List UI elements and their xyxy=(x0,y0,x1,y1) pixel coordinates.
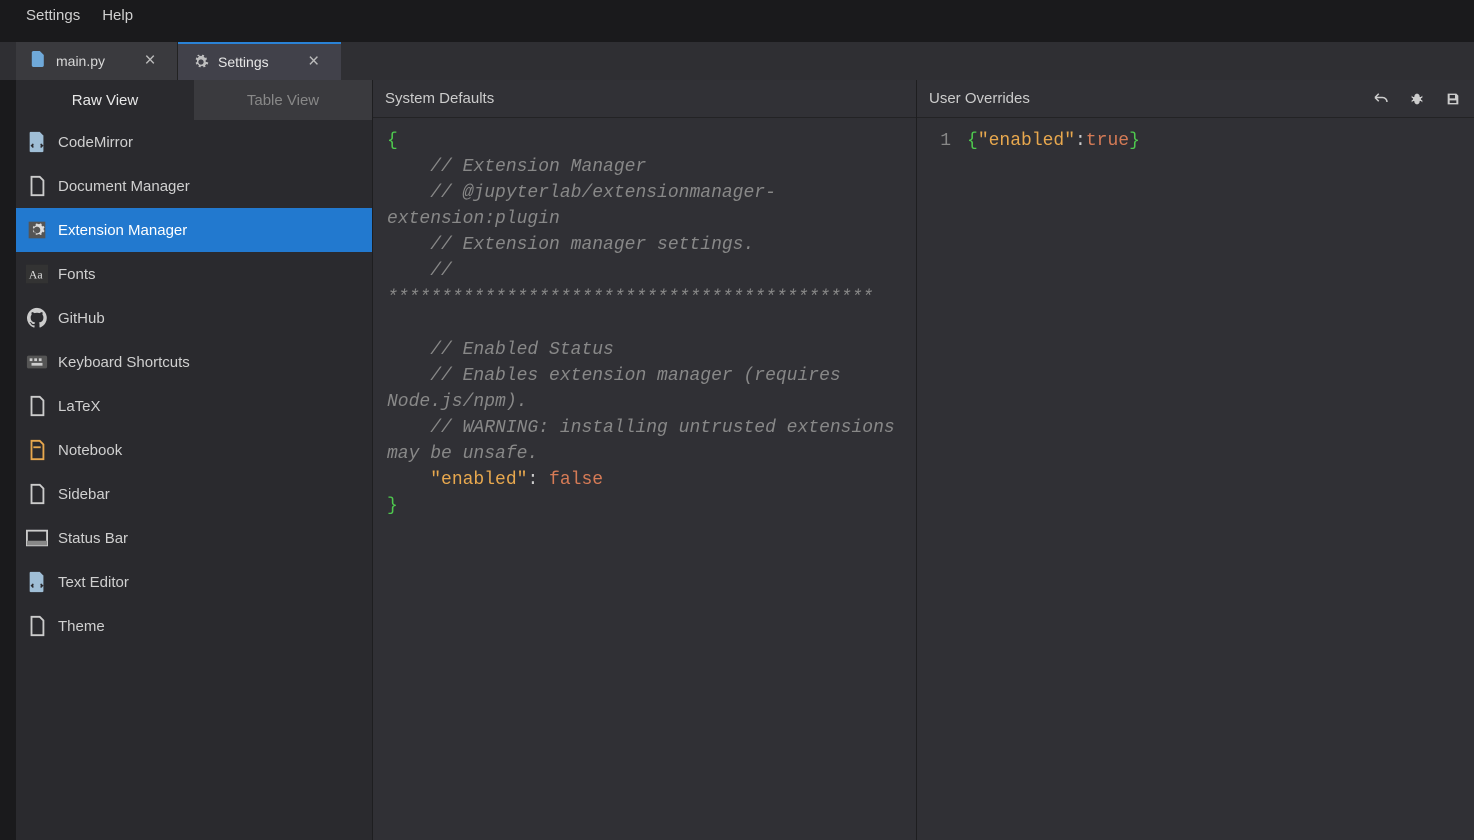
plugin-item-texteditor[interactable]: Text Editor xyxy=(16,560,372,604)
notebook-icon xyxy=(26,439,48,461)
line-number: 1 xyxy=(917,128,951,154)
python-file-icon xyxy=(30,52,48,70)
plugin-label: Sidebar xyxy=(58,486,110,503)
gear-icon xyxy=(26,219,48,241)
fonts-icon: Aa xyxy=(26,263,48,285)
plugin-label: Keyboard Shortcuts xyxy=(58,354,190,371)
gear-icon xyxy=(192,53,210,71)
editor-content[interactable]: {"enabled":true} xyxy=(961,118,1474,840)
user-overrides-header: User Overrides xyxy=(917,80,1474,118)
menubar: Settings Help xyxy=(0,0,1474,30)
save-icon[interactable] xyxy=(1444,90,1462,108)
system-defaults-panel: System Defaults { // Extension Manager /… xyxy=(373,80,917,840)
plugin-label: Status Bar xyxy=(58,530,128,547)
plugin-item-extmanager[interactable]: Extension Manager xyxy=(16,208,372,252)
system-defaults-code: { // Extension Manager // @jupyterlab/ex… xyxy=(373,118,916,840)
code-line: // Extension manager settings. xyxy=(387,232,902,258)
plugin-item-notebook[interactable]: Notebook xyxy=(16,428,372,472)
plugin-label: Text Editor xyxy=(58,574,129,591)
plugin-item-latex[interactable]: LaTeX xyxy=(16,384,372,428)
plugin-label: CodeMirror xyxy=(58,134,133,151)
plugin-label: Fonts xyxy=(58,266,96,283)
json-value: true xyxy=(1086,131,1129,151)
code-line: } xyxy=(387,493,902,519)
undo-icon[interactable] xyxy=(1372,90,1390,108)
code-line xyxy=(387,311,902,337)
brace-close: } xyxy=(1129,131,1140,151)
tab-label: main.py xyxy=(56,53,105,69)
close-icon[interactable]: × xyxy=(301,51,327,73)
settings-sidebar: Raw View Table View CodeMirror Document M… xyxy=(16,80,373,840)
github-icon xyxy=(26,307,48,329)
code-line: // WARNING: installing untrusted extensi… xyxy=(387,415,902,467)
plugin-item-fonts[interactable]: Aa Fonts xyxy=(16,252,372,296)
plugin-label: Notebook xyxy=(58,442,122,459)
code-line: // Enabled Status xyxy=(387,337,902,363)
plugin-item-codemirror[interactable]: CodeMirror xyxy=(16,120,372,164)
close-icon[interactable]: × xyxy=(137,50,163,72)
view-tabs: Raw View Table View xyxy=(16,80,372,120)
user-overrides-editor[interactable]: 1 {"enabled":true} xyxy=(917,118,1474,840)
plugin-label: Extension Manager xyxy=(58,222,187,239)
plugin-item-github[interactable]: GitHub xyxy=(16,296,372,340)
keyboard-icon xyxy=(26,351,48,373)
colon: : xyxy=(1075,131,1086,151)
code-line: // *************************************… xyxy=(387,258,902,310)
code-line: // @jupyterlab/extensionmanager-extensio… xyxy=(387,180,902,232)
raw-view-tab[interactable]: Raw View xyxy=(16,80,194,120)
plugin-label: GitHub xyxy=(58,310,105,327)
json-key: "enabled" xyxy=(978,131,1075,151)
table-view-tab[interactable]: Table View xyxy=(194,80,372,120)
code-line: { xyxy=(387,128,902,154)
menu-settings[interactable]: Settings xyxy=(26,7,80,24)
plugin-item-docmanager[interactable]: Document Manager xyxy=(16,164,372,208)
file-code-icon xyxy=(26,131,48,153)
plugin-item-sidebar[interactable]: Sidebar xyxy=(16,472,372,516)
code-line: // Extension Manager xyxy=(387,154,902,180)
plugin-label: Document Manager xyxy=(58,178,190,195)
system-defaults-header: System Defaults xyxy=(373,80,916,118)
plugin-item-theme[interactable]: Theme xyxy=(16,604,372,648)
brace-open: { xyxy=(967,131,978,151)
plugin-item-keyboard[interactable]: Keyboard Shortcuts xyxy=(16,340,372,384)
file-icon xyxy=(26,483,48,505)
tab-label: Settings xyxy=(218,54,269,70)
bug-icon[interactable] xyxy=(1408,90,1426,108)
line-gutter: 1 xyxy=(917,118,961,840)
file-code-icon xyxy=(26,571,48,593)
statusbar-icon xyxy=(26,527,48,549)
panel-title: User Overrides xyxy=(929,90,1030,107)
file-icon xyxy=(26,615,48,637)
code-line: // Enables extension manager (requires N… xyxy=(387,363,902,415)
svg-text:Aa: Aa xyxy=(29,268,44,282)
tab-main-py[interactable]: main.py × xyxy=(16,42,178,80)
plugin-item-statusbar[interactable]: Status Bar xyxy=(16,516,372,560)
panel-title: System Defaults xyxy=(385,90,494,107)
user-overrides-panel: User Overrides 1 {"enabled":true} xyxy=(917,80,1474,840)
plugin-list: CodeMirror Document Manager Extension Mana… xyxy=(16,120,372,840)
file-icon xyxy=(26,395,48,417)
plugin-label: Theme xyxy=(58,618,105,635)
tabbar: main.py × Settings × xyxy=(0,42,1474,80)
menu-help[interactable]: Help xyxy=(102,7,133,24)
code-line: "enabled": false xyxy=(387,467,902,493)
file-icon xyxy=(26,175,48,197)
tab-settings[interactable]: Settings × xyxy=(178,42,341,80)
plugin-label: LaTeX xyxy=(58,398,101,415)
